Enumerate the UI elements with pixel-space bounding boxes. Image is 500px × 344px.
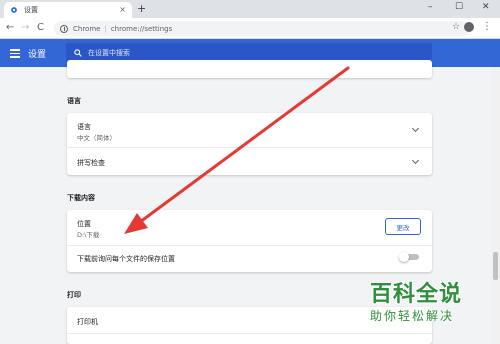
watermark-main-text: 百科全说: [370, 282, 463, 307]
watermark-logo: 百科全说 助你轻松解决: [370, 282, 492, 340]
watermark-sub-text: 助你轻松解决: [370, 309, 455, 323]
